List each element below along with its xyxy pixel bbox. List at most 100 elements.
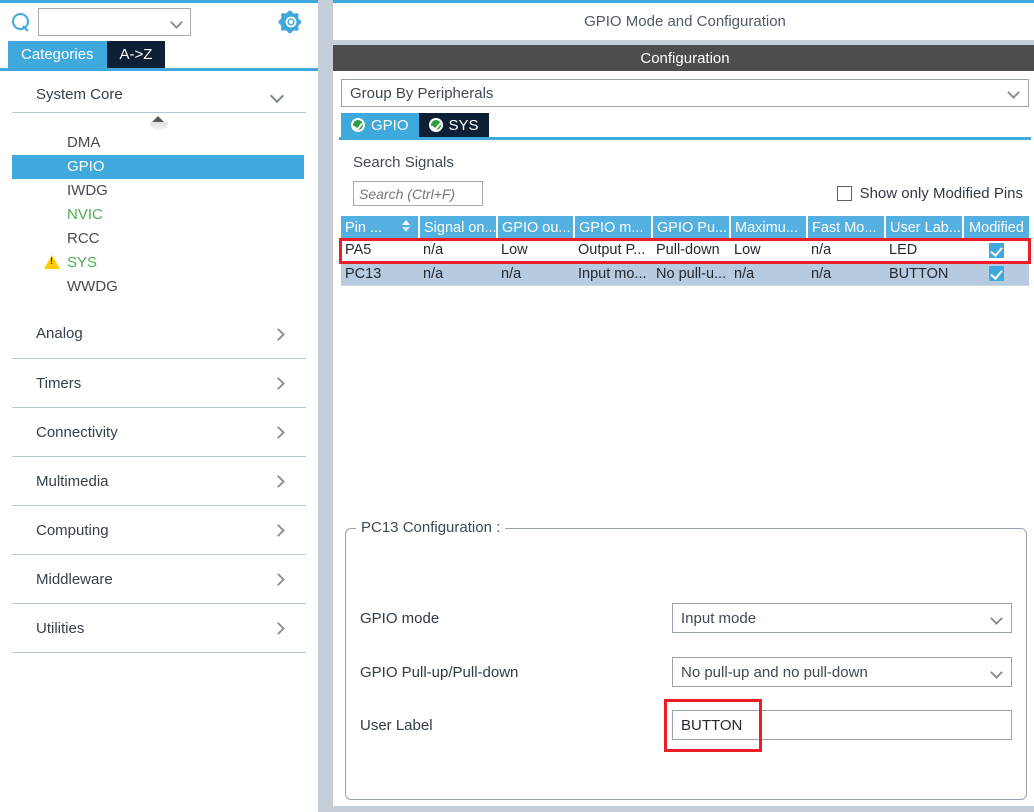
chevron-right-icon — [272, 377, 285, 390]
sort-arrows-icon[interactable] — [402, 220, 411, 235]
sidebar-tabs: Categories A->Z — [0, 41, 318, 71]
tree-group-header-multimedia[interactable]: Multimedia — [12, 457, 306, 506]
column-header-gpio-output[interactable]: GPIO ou... — [497, 216, 575, 239]
table-row[interactable]: PA5 n/a Low Output P... Pull-down Low n/… — [341, 239, 1029, 263]
chevron-right-icon — [272, 524, 285, 537]
cell-maximum-speed: n/a — [730, 262, 807, 286]
column-header-modified[interactable]: Modified — [963, 216, 1029, 239]
tree-group-header-middleware[interactable]: Middleware — [12, 555, 306, 604]
column-header-gpio-mode[interactable]: GPIO m... — [574, 216, 653, 239]
tree-group-label: System Core — [36, 86, 123, 103]
column-header-pin[interactable]: Pin ... — [341, 216, 420, 239]
tree-group-label: Analog — [36, 325, 83, 342]
tree-group-label: Connectivity — [36, 423, 118, 441]
show-only-modified-checkbox[interactable] — [836, 186, 852, 201]
tree-group-connectivity: Connectivity — [8, 408, 310, 457]
pins-table: Pin ... Signal on... GPIO ou... GPIO m..… — [341, 216, 1029, 286]
user-label-input[interactable]: BUTTON — [672, 710, 1012, 740]
cell-gpio-output: Low — [497, 239, 574, 263]
cell-gpio-mode: Input mo... — [574, 262, 652, 286]
sidebar-item-wwdg[interactable]: WWDG — [12, 275, 306, 299]
sidebar-search-combobox[interactable] — [38, 8, 191, 36]
sidebar-item-label: WWDG — [67, 278, 118, 295]
field-row-user-label: User Label BUTTON — [360, 710, 1012, 740]
cell-fast-mode: n/a — [807, 262, 885, 286]
sidebar-search-row — [0, 3, 318, 41]
tab-gpio[interactable]: GPIO — [341, 113, 419, 137]
group-by-select[interactable]: Group By Peripherals — [341, 79, 1029, 107]
search-signals-input[interactable] — [353, 181, 483, 206]
cell-user-label: LED — [885, 239, 963, 263]
search-signals-row: Show only Modified Pins — [353, 181, 1027, 206]
sidebar-item-dma[interactable]: DMA — [12, 131, 306, 155]
tree-group-multimedia: Multimedia — [8, 457, 310, 506]
tree-group-label: Multimedia — [36, 472, 109, 490]
pins-table-header-row: Pin ... Signal on... GPIO ou... GPIO m..… — [341, 216, 1029, 239]
gpio-mode-value: Input mode — [681, 609, 757, 627]
cell-maximum-speed: Low — [730, 239, 807, 263]
sidebar-item-gpio[interactable]: GPIO — [12, 155, 304, 179]
chevron-right-icon — [272, 426, 285, 439]
sidebar-item-rcc[interactable]: RCC — [12, 227, 306, 251]
cell-gpio-mode: Output P... — [574, 239, 652, 263]
cell-pin: PC13 — [341, 262, 419, 286]
panel-splitter[interactable] — [318, 0, 333, 812]
tree-group-label: Utilities — [36, 619, 85, 637]
tab-gpio-label: GPIO — [371, 116, 409, 134]
tab-sys[interactable]: SYS — [418, 113, 489, 137]
pins-table-wrapper: Pin ... Signal on... GPIO ou... GPIO m..… — [339, 216, 1031, 286]
search-signals-area: Search Signals Show only Modified Pins — [339, 140, 1031, 206]
tab-sys-label: SYS — [448, 116, 479, 134]
search-signals-title: Search Signals — [353, 154, 454, 171]
table-row[interactable]: PC13 n/a n/a Input mo... No pull-u... n/… — [341, 262, 1029, 286]
column-header-signal-on[interactable]: Signal on... — [419, 216, 498, 239]
cell-signal-on: n/a — [419, 239, 497, 263]
cell-gpio-pull: No pull-u... — [652, 262, 730, 286]
gpio-mode-select[interactable]: Input mode — [672, 603, 1012, 633]
sidebar-item-label: NVIC — [67, 206, 103, 223]
sidebar-item-label: GPIO — [67, 158, 105, 175]
modified-check-icon — [988, 242, 1004, 258]
chevron-right-icon — [272, 622, 285, 635]
chevron-down-icon — [1007, 86, 1020, 99]
cell-pin: PA5 — [341, 239, 419, 263]
user-label-value: BUTTON — [681, 716, 743, 734]
gpio-pull-select[interactable]: No pull-up and no pull-down — [672, 657, 1012, 687]
sidebar-item-label: IWDG — [67, 182, 108, 199]
peripheral-tree: System Core DMA GPIO IWDG NVIC RCC ! SYS… — [0, 71, 318, 812]
tree-group-header-system-core[interactable]: System Core — [12, 77, 306, 113]
sidebar-item-nvic[interactable]: NVIC — [12, 203, 306, 227]
tree-group-utilities: Utilities — [8, 604, 310, 653]
table-empty-space — [339, 286, 1031, 529]
gear-icon[interactable] — [278, 9, 304, 35]
show-only-modified-label: Show only Modified Pins — [859, 185, 1023, 202]
chevron-down-icon — [269, 88, 285, 104]
tree-group-header-connectivity[interactable]: Connectivity — [12, 408, 306, 457]
tab-a-to-z[interactable]: A->Z — [106, 41, 166, 68]
column-header-user-label[interactable]: User Lab... — [885, 216, 964, 239]
tree-group-header-analog[interactable]: Analog — [12, 309, 306, 359]
cell-signal-on: n/a — [419, 262, 497, 286]
cell-gpio-output: n/a — [497, 262, 574, 286]
sidebar-item-iwdg[interactable]: IWDG — [12, 179, 306, 203]
modified-check-icon — [988, 266, 1004, 282]
field-row-gpio-pull: GPIO Pull-up/Pull-down No pull-up and no… — [360, 657, 1012, 687]
column-header-gpio-pull[interactable]: GPIO Pu... — [652, 216, 731, 239]
tree-group-header-utilities[interactable]: Utilities — [12, 604, 306, 653]
warning-icon — [44, 255, 60, 269]
tab-categories[interactable]: Categories — [8, 41, 107, 68]
cell-user-label: BUTTON — [885, 262, 963, 286]
pin-configuration-group: PC13 Configuration : GPIO mode Input mod… — [345, 519, 1027, 800]
sidebar-item-label: DMA — [67, 134, 101, 151]
tree-group-header-timers[interactable]: Timers — [12, 359, 306, 408]
cell-modified — [963, 262, 1029, 286]
column-header-fast-mode[interactable]: Fast Mo... — [807, 216, 886, 239]
tree-group-header-computing[interactable]: Computing — [12, 506, 306, 555]
sidebar-item-sys[interactable]: SYS — [12, 251, 306, 275]
show-only-modified-pins[interactable]: Show only Modified Pins — [836, 185, 1023, 202]
chevron-right-icon — [272, 573, 285, 586]
tree-scroll-up-indicator[interactable] — [12, 113, 306, 131]
column-header-maximum-speed[interactable]: Maximu... — [730, 216, 808, 239]
tree-group-label: Computing — [36, 521, 109, 539]
configuration-body: Group By Peripherals GPIO SYS Search Sig… — [333, 71, 1034, 806]
